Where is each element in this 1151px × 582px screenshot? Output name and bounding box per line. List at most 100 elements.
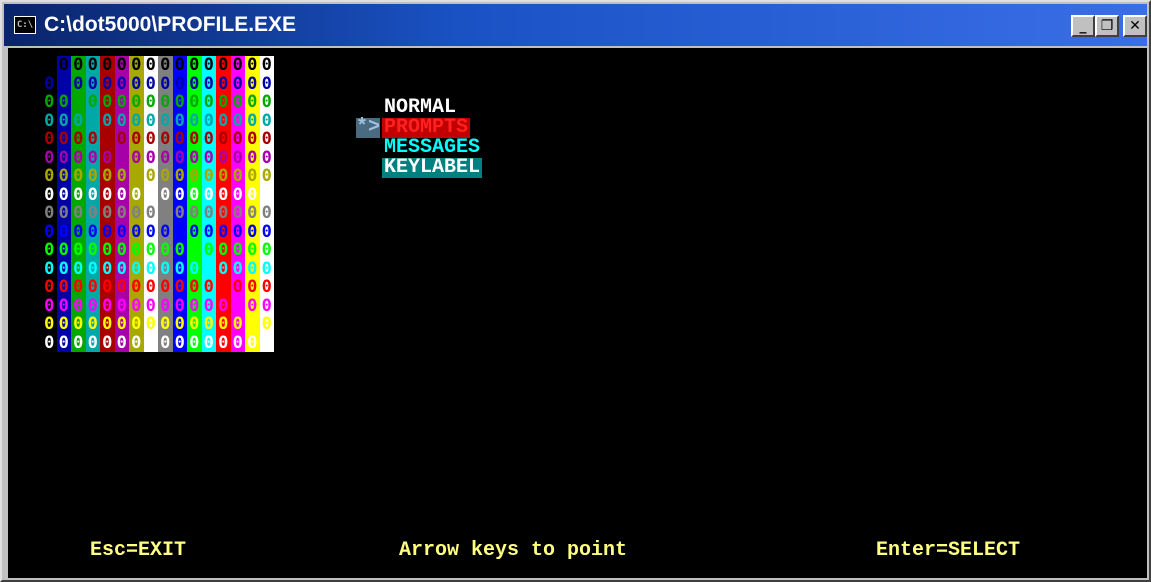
palette-cell[interactable]: 0: [172, 56, 187, 75]
palette-cell[interactable]: 0: [201, 241, 216, 260]
console-icon[interactable]: C:\: [14, 16, 36, 34]
palette-cell[interactable]: 0: [56, 241, 71, 260]
palette-cell[interactable]: 0: [187, 315, 202, 334]
palette-cell[interactable]: 0: [187, 204, 202, 223]
palette-cell[interactable]: 0: [216, 222, 231, 241]
palette-cell[interactable]: 0: [230, 130, 245, 149]
menu-item-normal[interactable]: NORMAL: [382, 98, 458, 118]
palette-cell[interactable]: 0: [56, 259, 71, 278]
palette-cell[interactable]: 0: [245, 130, 260, 149]
palette-cell[interactable]: 0: [56, 74, 71, 93]
palette-cell[interactable]: 0: [172, 278, 187, 297]
palette-cell[interactable]: 0: [245, 315, 260, 334]
palette-cell[interactable]: 0: [172, 259, 187, 278]
palette-cell[interactable]: 0: [85, 111, 100, 130]
palette-cell[interactable]: 0: [100, 222, 115, 241]
palette-cell[interactable]: 0: [187, 222, 202, 241]
palette-cell[interactable]: 0: [259, 259, 274, 278]
palette-cell[interactable]: 0: [71, 74, 86, 93]
palette-cell[interactable]: 0: [245, 185, 260, 204]
palette-cell[interactable]: 0: [100, 93, 115, 112]
palette-cell[interactable]: 0: [245, 296, 260, 315]
palette-cell[interactable]: 0: [230, 167, 245, 186]
palette-cell[interactable]: 0: [245, 333, 260, 352]
palette-cell[interactable]: 0: [158, 185, 173, 204]
palette-cell[interactable]: 0: [216, 93, 231, 112]
palette-cell[interactable]: 0: [129, 74, 144, 93]
palette-cell[interactable]: 0: [71, 130, 86, 149]
palette-cell[interactable]: 0: [245, 93, 260, 112]
palette-cell[interactable]: 0: [230, 259, 245, 278]
palette-cell[interactable]: 0: [100, 204, 115, 223]
palette-cell[interactable]: 0: [259, 241, 274, 260]
palette-cell[interactable]: 0: [245, 241, 260, 260]
palette-cell[interactable]: 0: [129, 130, 144, 149]
palette-cell[interactable]: 0: [114, 93, 129, 112]
palette-cell[interactable]: 0: [201, 56, 216, 75]
palette-cell[interactable]: 0: [216, 296, 231, 315]
palette-cell[interactable]: 0: [216, 204, 231, 223]
palette-cell[interactable]: 0: [158, 111, 173, 130]
palette-cell[interactable]: 0: [42, 148, 57, 167]
palette-cell[interactable]: 0: [42, 185, 57, 204]
palette-cell[interactable]: 0: [143, 296, 158, 315]
palette-cell[interactable]: 0: [172, 74, 187, 93]
palette-cell[interactable]: 0: [216, 241, 231, 260]
palette-cell[interactable]: 0: [158, 93, 173, 112]
palette-cell[interactable]: 0: [42, 333, 57, 352]
palette-cell[interactable]: 0: [114, 167, 129, 186]
palette-cell[interactable]: 0: [114, 222, 129, 241]
palette-cell[interactable]: 0: [158, 130, 173, 149]
palette-cell[interactable]: 0: [71, 93, 86, 112]
palette-cell[interactable]: 0: [230, 93, 245, 112]
palette-cell[interactable]: 0: [129, 296, 144, 315]
palette-cell[interactable]: 0: [201, 111, 216, 130]
minimize-button[interactable]: _: [1071, 15, 1095, 37]
palette-cell[interactable]: 0: [143, 167, 158, 186]
palette-cell[interactable]: 0: [56, 278, 71, 297]
palette-cell[interactable]: 0: [259, 148, 274, 167]
palette-cell[interactable]: 0: [259, 278, 274, 297]
palette-cell[interactable]: 0: [85, 74, 100, 93]
palette-cell[interactable]: 0: [172, 296, 187, 315]
palette-cell[interactable]: 0: [143, 93, 158, 112]
palette-cell[interactable]: 0: [187, 111, 202, 130]
palette-cell[interactable]: 0: [230, 111, 245, 130]
palette-cell[interactable]: 0: [201, 167, 216, 186]
palette-cell[interactable]: 0: [114, 296, 129, 315]
palette-cell[interactable]: 0: [114, 56, 129, 75]
palette-cell[interactable]: 0: [42, 93, 57, 112]
palette-cell[interactable]: 0: [42, 56, 57, 75]
palette-cell[interactable]: 0: [230, 333, 245, 352]
palette-cell[interactable]: 0: [187, 148, 202, 167]
palette-cell[interactable]: 0: [129, 204, 144, 223]
palette-cell[interactable]: 0: [85, 167, 100, 186]
palette-cell[interactable]: 0: [42, 167, 57, 186]
restore-button[interactable]: ❐: [1095, 15, 1119, 37]
palette-cell[interactable]: 0: [129, 111, 144, 130]
palette-cell[interactable]: 0: [259, 74, 274, 93]
palette-cell[interactable]: 0: [143, 241, 158, 260]
palette-cell[interactable]: 0: [56, 93, 71, 112]
palette-cell[interactable]: 0: [143, 333, 158, 352]
palette-cell[interactable]: 0: [56, 222, 71, 241]
palette-cell[interactable]: 0: [42, 111, 57, 130]
palette-cell[interactable]: 0: [85, 148, 100, 167]
palette-cell[interactable]: 0: [71, 259, 86, 278]
palette-cell[interactable]: 0: [143, 222, 158, 241]
palette-cell[interactable]: 0: [71, 111, 86, 130]
palette-cell[interactable]: 0: [230, 241, 245, 260]
palette-cell[interactable]: 0: [172, 167, 187, 186]
palette-cell[interactable]: 0: [216, 333, 231, 352]
palette-cell[interactable]: 0: [56, 167, 71, 186]
menu-item-keylabel[interactable]: KEYLABEL: [382, 158, 483, 178]
palette-cell[interactable]: 0: [230, 185, 245, 204]
palette-cell[interactable]: 0: [85, 93, 100, 112]
palette-cell[interactable]: 0: [201, 185, 216, 204]
palette-cell[interactable]: 0: [216, 315, 231, 334]
palette-cell[interactable]: 0: [56, 56, 71, 75]
palette-cell[interactable]: 0: [100, 241, 115, 260]
palette-cell[interactable]: 0: [158, 167, 173, 186]
palette-cell[interactable]: 0: [187, 241, 202, 260]
palette-cell[interactable]: 0: [201, 204, 216, 223]
